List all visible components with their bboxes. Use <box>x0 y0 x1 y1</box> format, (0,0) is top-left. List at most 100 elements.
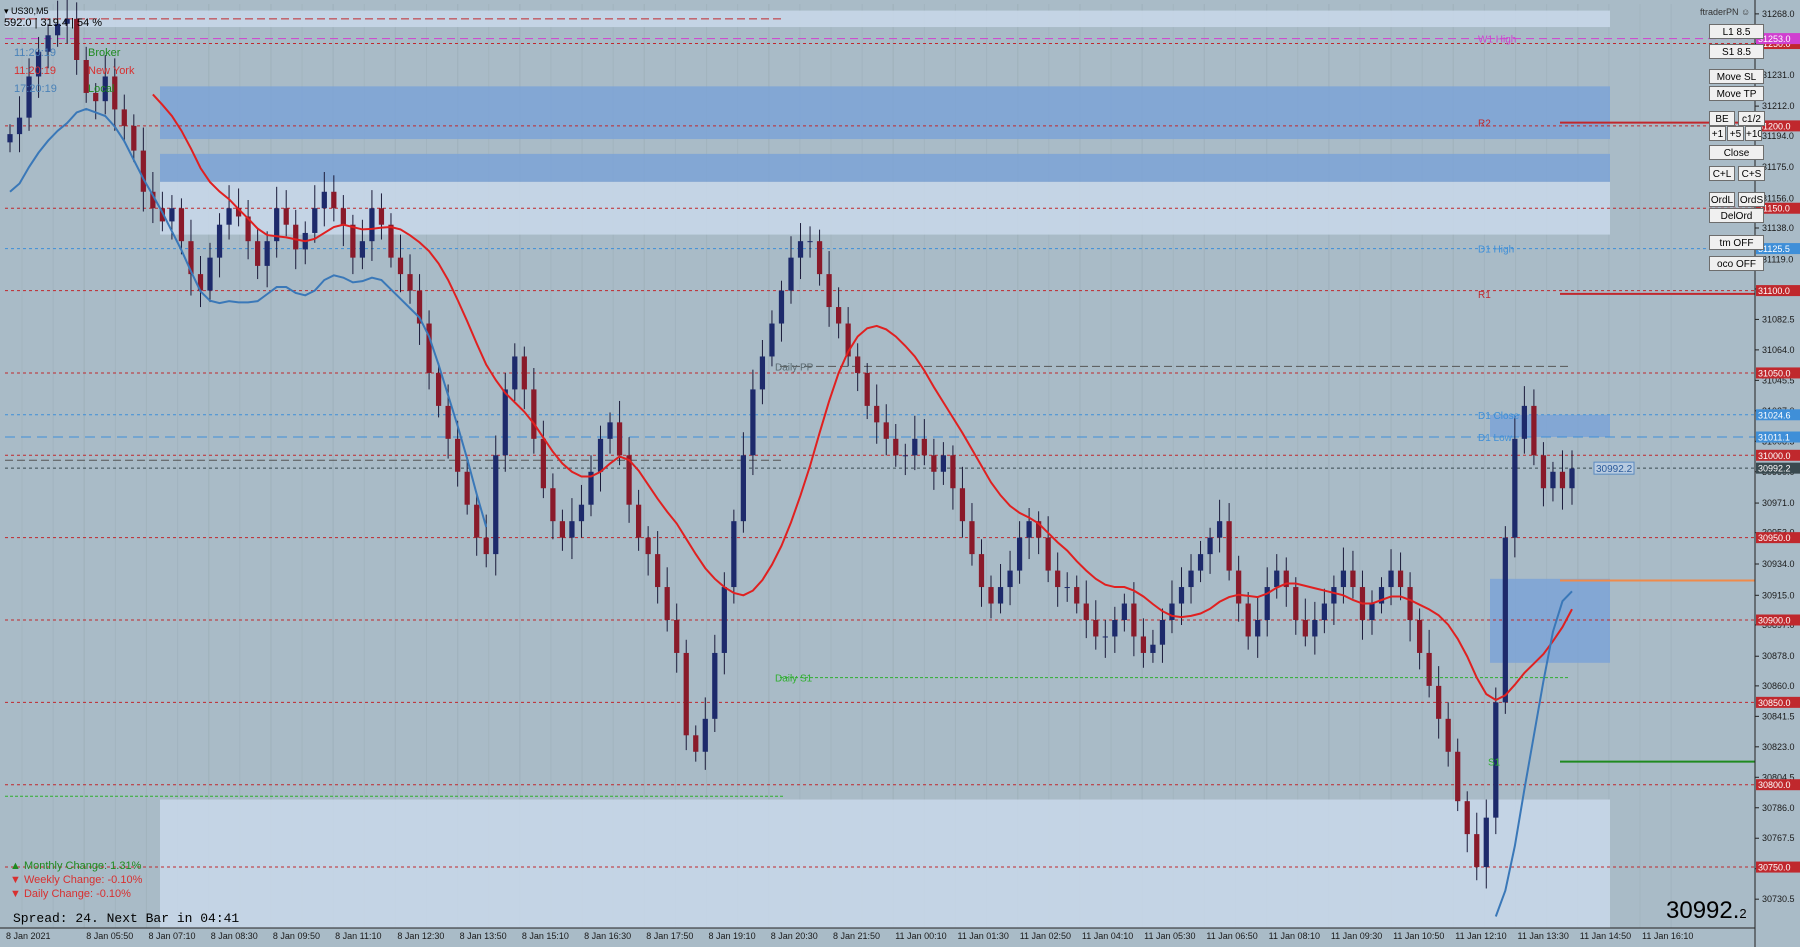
close-short-button[interactable]: C+S <box>1738 166 1765 181</box>
smiley-icon: ☺ <box>1741 7 1751 17</box>
price-level-tag-label: 30800.0 <box>1758 780 1791 790</box>
candle-body <box>1093 620 1099 637</box>
candle-body <box>521 356 527 390</box>
candle-body <box>1074 587 1080 604</box>
candle-body <box>531 389 537 439</box>
price-level-tag-label: 31024.6 <box>1758 410 1791 420</box>
y-tick-label: 30841.5 <box>1762 711 1795 721</box>
price-level-tag-label: 30750.0 <box>1758 863 1791 873</box>
candle-body <box>1331 587 1337 604</box>
price-level-tag-label: 31100.0 <box>1758 286 1790 296</box>
price-level-tag-label: 30950.0 <box>1758 533 1791 543</box>
candle-body <box>1369 603 1375 620</box>
clock-label: Broker <box>88 47 121 59</box>
price-level-tag-label: 30992.2 <box>1758 464 1791 474</box>
current-price-small: 2 <box>1739 906 1747 921</box>
order-short-button[interactable]: OrdS <box>1738 192 1765 207</box>
level-annotation-label: Daily PP <box>775 362 814 373</box>
candle-body <box>1455 751 1461 802</box>
candle-body <box>435 372 442 406</box>
candle-body <box>1312 620 1318 637</box>
candle-body <box>788 257 794 291</box>
be-button[interactable]: BE <box>1709 111 1735 126</box>
price-level-tag-label: 31000.0 <box>1758 451 1791 461</box>
l1-button[interactable]: L1 8.5 <box>1709 24 1764 39</box>
candle-body <box>397 257 404 275</box>
candle-body <box>312 208 318 233</box>
candle-body <box>740 455 746 522</box>
candle-body <box>1416 620 1423 653</box>
candle-body <box>559 521 566 538</box>
candle-body <box>445 405 451 439</box>
change-row: ▼ Daily Change: -0.10% <box>10 888 131 900</box>
order-long-button[interactable]: OrdL <box>1709 192 1735 207</box>
x-axis-label: 8 Jan 13:50 <box>460 931 507 941</box>
candle-body <box>1226 521 1232 571</box>
candle-body <box>226 208 232 225</box>
candle-body <box>912 438 918 456</box>
x-axis-label: 8 Jan 05:50 <box>86 931 133 941</box>
x-axis-label: 11 Jan 04:10 <box>1082 931 1133 941</box>
move-tp-button[interactable]: Move TP <box>1709 86 1764 101</box>
plus1-button[interactable]: +1 <box>1709 126 1726 141</box>
candle-body <box>1026 521 1032 538</box>
move-sl-button[interactable]: Move SL <box>1709 69 1764 84</box>
y-tick-label: 30786.0 <box>1762 803 1795 813</box>
level-annotation-label: R2 <box>1478 119 1491 130</box>
candle-body <box>655 554 661 588</box>
x-axis-label: 11 Jan 13:30 <box>1518 931 1569 941</box>
candle-body <box>1274 570 1280 588</box>
candlestick-chart-svg[interactable]: 8 Jan 2021 8 Jan 05:50 8 Jan 07:10 8 Jan 08… <box>0 0 1800 947</box>
symbol-label: US30,M5 <box>11 6 49 16</box>
level-annotation-label: D1 Close <box>1478 411 1520 422</box>
candle-body <box>1340 570 1347 588</box>
price-level-tag-label: 31011.1 <box>1758 433 1790 443</box>
dropdown-icon[interactable]: ▾ <box>4 6 9 16</box>
y-tick-label: 31119.0 <box>1762 254 1793 264</box>
x-axis-label: 11 Jan 01:30 <box>957 931 1008 941</box>
candle-body <box>1045 537 1051 571</box>
level-annotation-label: D1 High <box>1478 245 1514 256</box>
candle-body <box>1131 603 1137 637</box>
x-axis-label: 8 Jan 19:10 <box>709 931 756 941</box>
candle-body <box>16 117 23 135</box>
change-row: ▼ Weekly Change: -0.10% <box>10 874 142 886</box>
x-axis-label: 8 Jan 11:10 <box>335 931 381 941</box>
tm-toggle-button[interactable]: tm OFF <box>1709 235 1764 250</box>
y-tick-label: 31212.0 <box>1762 101 1795 111</box>
y-tick-label: 30915.0 <box>1762 590 1795 600</box>
candle-body <box>864 372 870 406</box>
candle-body <box>550 488 556 522</box>
price-chart[interactable]: 8 Jan 2021 8 Jan 05:50 8 Jan 07:10 8 Jan 08… <box>0 0 1800 947</box>
candle-body <box>750 389 756 456</box>
price-level-tag-label: 30850.0 <box>1758 698 1791 708</box>
close-long-button[interactable]: C+L <box>1709 166 1735 181</box>
x-axis-label: 11 Jan 14:50 <box>1580 931 1631 941</box>
close-half-button[interactable]: c1/2 <box>1738 111 1765 126</box>
x-axis-label: 11 Jan 08:10 <box>1269 931 1320 941</box>
candle-body <box>1559 471 1566 489</box>
y-tick-label: 31082.5 <box>1762 314 1795 324</box>
candle-body <box>721 587 727 653</box>
y-tick-label: 31138.0 <box>1762 223 1794 233</box>
plus10-button[interactable]: +10 <box>1745 126 1762 141</box>
x-axis-label: 11 Jan 02:50 <box>1020 931 1071 941</box>
candle-body <box>712 652 718 719</box>
s1-button[interactable]: S1 8.5 <box>1709 44 1764 59</box>
level-annotation-label: R1 <box>1478 290 1491 301</box>
candle-body <box>1321 603 1327 620</box>
candle-body <box>635 504 642 538</box>
candle-body <box>1121 603 1127 620</box>
level-annotation-label: Daily S1 <box>775 674 813 685</box>
candle-body <box>797 241 804 258</box>
oco-toggle-button[interactable]: oco OFF <box>1709 256 1764 271</box>
y-tick-label: 31156.0 <box>1762 193 1794 203</box>
close-button[interactable]: Close <box>1709 145 1764 160</box>
plus5-button[interactable]: +5 <box>1727 126 1744 141</box>
candle-body <box>988 587 994 604</box>
delete-order-button[interactable]: DelOrd <box>1709 208 1764 223</box>
candle-body <box>359 241 366 258</box>
candle-body <box>1064 587 1070 589</box>
candle-body <box>178 208 185 242</box>
candle-body <box>1083 603 1089 620</box>
